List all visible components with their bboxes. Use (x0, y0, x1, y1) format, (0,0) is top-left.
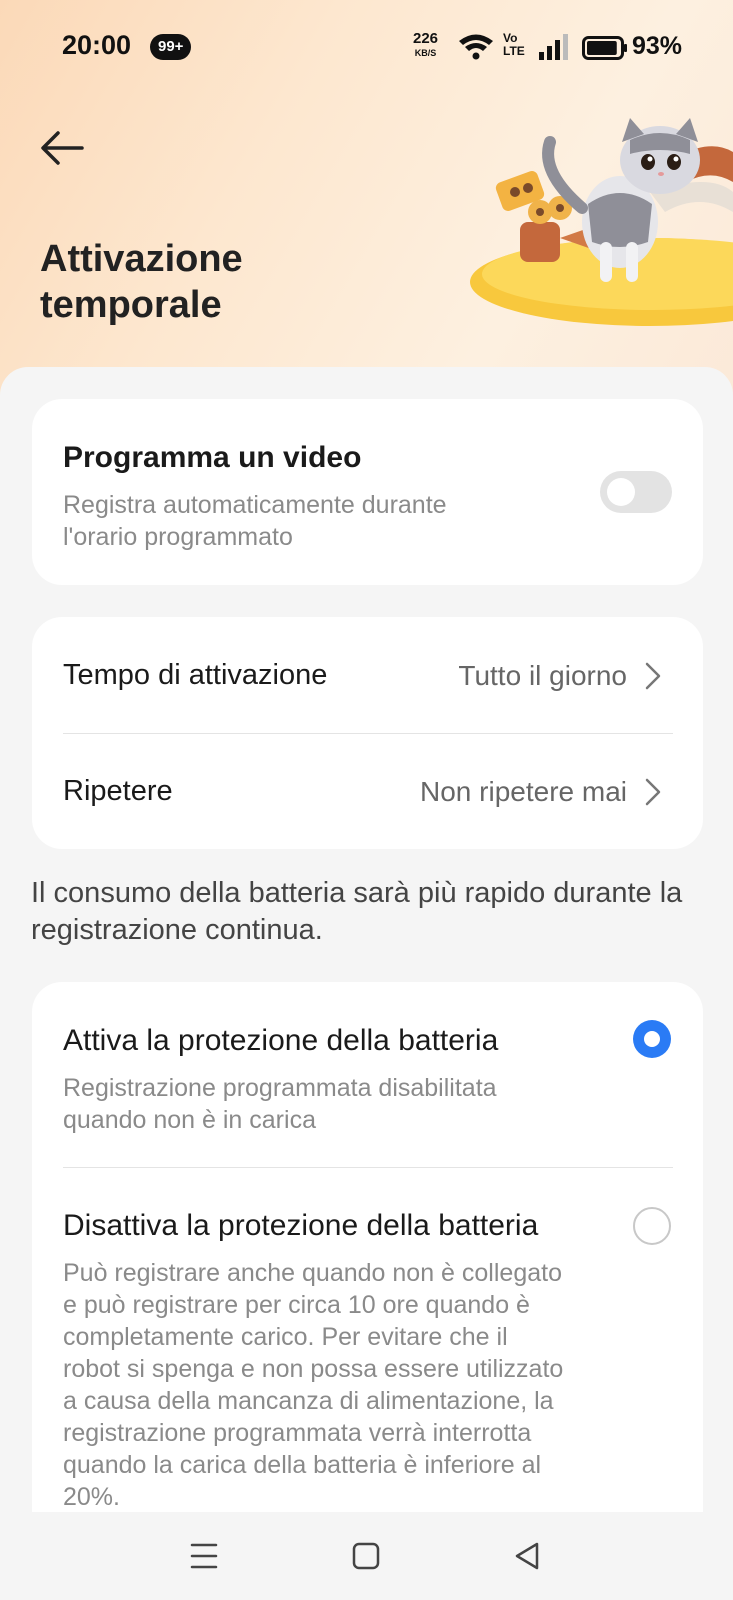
enable-battery-protection-desc: Registrazione programmata disabilitata q… (63, 1072, 497, 1136)
battery-consumption-note: Il consumo della batteria sarà più rapid… (31, 877, 683, 946)
desc-line: a causa della mancanza di alimentazione,… (63, 1387, 554, 1415)
network-speed-unit: KB/S (414, 48, 437, 58)
battery-protection-card: Attiva la protezione della batteria Regi… (32, 982, 703, 1512)
desc-line: Può registrare anche quando non è colleg… (63, 1259, 562, 1287)
repeat-label: Ripetere (63, 775, 173, 807)
notification-count-badge: 99+ (150, 34, 192, 60)
battery-percentage: 93% (632, 32, 683, 60)
schedule-video-subtitle-line2: l'orario programmato (63, 523, 293, 551)
network-speed-value: 226 (413, 30, 439, 47)
enable-battery-protection-radio[interactable] (633, 1020, 671, 1058)
repeat-row[interactable]: Ripetere Non ripetere mai (32, 733, 703, 849)
home-square-icon (352, 1542, 380, 1570)
disable-battery-protection-radio[interactable] (633, 1207, 671, 1245)
wifi-icon (459, 34, 493, 60)
activation-time-label: Tempo di attivazione (63, 659, 328, 691)
cellular-signal-icon (539, 34, 568, 60)
desc-line: quando la carica della batteria è inferi… (63, 1451, 542, 1479)
disable-battery-protection-title: Disattiva la protezione della batteria (63, 1209, 539, 1242)
desc-line: robot si spenga e non possa essere utili… (63, 1355, 564, 1383)
activation-time-row[interactable]: Tempo di attivazione Tutto il giorno (32, 617, 703, 733)
volte-line2: LTE (503, 44, 525, 58)
back-arrow-icon (41, 131, 84, 165)
system-navigation-bar (0, 1512, 733, 1600)
back-triangle-icon (515, 1542, 539, 1570)
status-time: 20:00 (62, 30, 132, 60)
desc-line: e può registrare per circa 10 ore quando… (63, 1291, 530, 1319)
volte-indicator: Vo LTE (503, 32, 525, 58)
schedule-video-subtitle: Registra automaticamente durante l'orari… (63, 489, 447, 553)
enable-battery-protection-option[interactable]: Attiva la protezione della batteria Regi… (32, 982, 703, 1167)
toggle-knob (607, 478, 635, 506)
schedule-video-toggle[interactable] (600, 471, 672, 513)
page-title: Attivazione temporale (40, 238, 243, 326)
desc-line: registrazione programmata verrà interrot… (63, 1419, 532, 1447)
recent-apps-button[interactable] (182, 1534, 226, 1578)
home-button[interactable] (344, 1534, 388, 1578)
disable-battery-protection-option[interactable]: Disattiva la protezione della batteria P… (32, 1167, 703, 1512)
menu-icon (190, 1543, 218, 1569)
battery-icon (582, 36, 627, 60)
enable-battery-protection-desc-line2: quando non è in carica (63, 1106, 316, 1134)
enable-battery-protection-title: Attiva la protezione della batteria (63, 1024, 499, 1057)
repeat-value: Non ripetere mai (420, 776, 627, 807)
content-panel: Programma un video Registra automaticame… (0, 367, 733, 1512)
activation-time-value: Tutto il giorno (458, 660, 627, 691)
enable-battery-protection-desc-line1: Registrazione programmata disabilitata (63, 1074, 497, 1102)
network-speed: 226 KB/S (413, 30, 439, 60)
schedule-video-title: Programma un video (63, 441, 362, 474)
system-back-button[interactable] (505, 1534, 549, 1578)
back-button[interactable] (34, 120, 90, 176)
chevron-right-icon (645, 778, 661, 806)
cat-illustration (470, 118, 733, 326)
status-bar: 20:00 99+ 226 KB/S Vo LTE 93% (0, 0, 733, 96)
chevron-right-icon (645, 662, 661, 690)
schedule-settings-card: Tempo di attivazione Tutto il giorno Rip… (32, 617, 703, 849)
schedule-video-subtitle-line1: Registra automaticamente durante (63, 491, 447, 519)
schedule-video-card: Programma un video Registra automaticame… (32, 399, 703, 585)
desc-line: 20%. (63, 1483, 120, 1511)
desc-line: completamente carico. Per evitare che il (63, 1323, 508, 1351)
disable-battery-protection-desc: Può registrare anche quando non è colleg… (63, 1257, 623, 1512)
